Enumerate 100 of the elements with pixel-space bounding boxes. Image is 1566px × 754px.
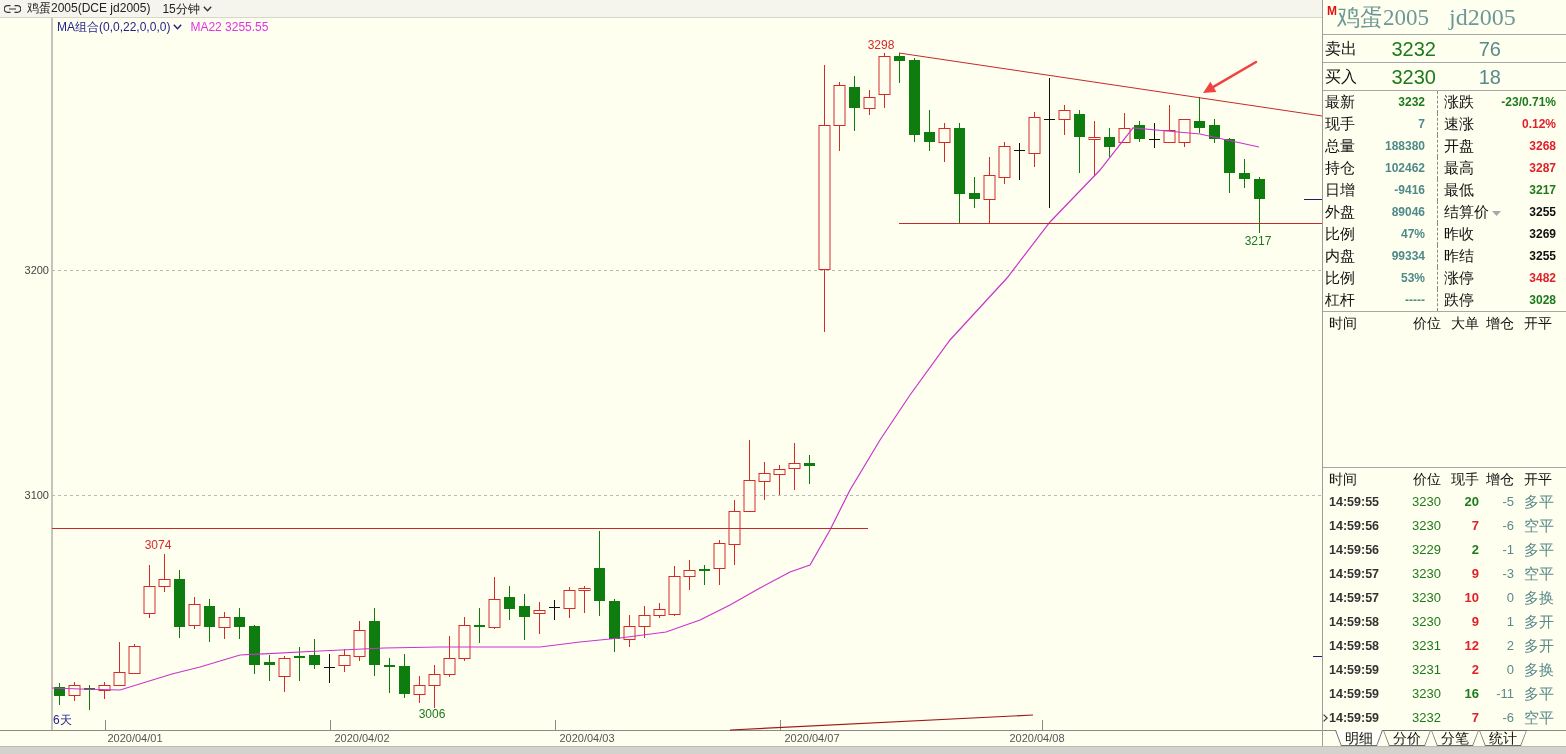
column-header: 开平 (1523, 470, 1553, 488)
date-label: 2020/04/07 (784, 732, 840, 744)
stat-label: 内盘 (1325, 247, 1355, 265)
tab[interactable]: 明细 (1335, 730, 1383, 746)
price-cell-text: 3229 (1411, 542, 1441, 558)
stat-value: 3255 (1529, 248, 1556, 264)
stat-value: 99334 (1391, 248, 1425, 264)
open-close-cell-text: 多开 (1523, 613, 1555, 631)
open-close-cell-text: 多换 (1523, 589, 1555, 607)
column-header: 时间 (1329, 470, 1358, 488)
stat-label: 现手 (1325, 115, 1355, 133)
stat-label: 最低 (1444, 181, 1474, 199)
open-interest-change-cell-text: -3 (1501, 566, 1514, 582)
chevron-down-icon (202, 5, 212, 12)
time-cell-text: 14:59:55 (1329, 494, 1381, 510)
price-marker (1303, 199, 1322, 200)
open-close-cell-text: 空平 (1523, 565, 1555, 583)
time-cell-text: 14:59:59 (1329, 710, 1381, 726)
stat-label: 持仓 (1325, 159, 1355, 177)
time-cell-text: 14:59:56 (1329, 542, 1381, 558)
open-close-cell-text: 空平 (1523, 709, 1555, 727)
range-label: 6天 (53, 713, 72, 727)
price-cell-text: 3230 (1411, 686, 1441, 702)
price-label: 3006 (418, 707, 446, 721)
stat-value: 188380 (1384, 138, 1425, 154)
stat-value: 53% (1400, 270, 1425, 286)
market-label: M (1327, 5, 1337, 17)
price-cell-text: 3230 (1411, 566, 1441, 582)
time-cell-text: 14:59:59 (1329, 686, 1381, 702)
column-header: 开平 (1523, 314, 1553, 332)
open-interest-change-cell-text: -5 (1501, 494, 1514, 510)
open-close-cell-text: 多开 (1523, 637, 1555, 655)
price-cell-text: 3230 (1411, 494, 1441, 510)
symbol-title: 鸡蛋2005(DCE jd2005) (27, 1, 151, 16)
open-close-cell-text: 多平 (1523, 493, 1555, 511)
indicator-dropdown[interactable]: MA组合(0,0,22,0,0,0) (57, 20, 183, 35)
price-cell-text: 3230 (1411, 518, 1441, 534)
stat-value: 102462 (1384, 160, 1425, 176)
moving-average-reading: MA22 3255.55 (190, 20, 269, 35)
open-interest-change-cell-text: 0 (1505, 590, 1514, 606)
open-close-cell-text: 空平 (1523, 517, 1555, 535)
link-icon (4, 4, 21, 13)
arrow (1203, 60, 1258, 93)
stat-label: 涨跌 (1444, 93, 1474, 111)
price-marker (1312, 656, 1322, 657)
horizontal-scrollbar[interactable] (0, 746, 1566, 754)
quote-volume: 76 (1477, 36, 1501, 61)
price-label: 3298 (867, 38, 895, 52)
stat-value: 0.12% (1521, 116, 1556, 132)
time-cell-text: 14:59:56 (1329, 518, 1381, 534)
y-axis-label: 3100 (24, 489, 49, 501)
column-header: 价位 (1412, 314, 1441, 332)
stat-label: 比例 (1325, 269, 1355, 287)
stat-label: 结算价 (1444, 203, 1489, 221)
date-label: 2020/04/08 (1009, 732, 1065, 744)
price-cell-text: 3232 (1411, 710, 1441, 726)
column-header: 时间 (1329, 314, 1358, 332)
volume-cell-text: 7 (1470, 518, 1479, 534)
tab[interactable]: 分价 (1383, 730, 1431, 746)
stat-label: 昨结 (1444, 247, 1474, 265)
time-cell-text: 14:59:59 (1329, 662, 1381, 678)
volume-cell-text: 10 (1463, 590, 1479, 606)
stat-value: 3217 (1529, 182, 1556, 198)
volume-cell-text: 12 (1463, 638, 1479, 654)
time-cell-text: 14:59:58 (1329, 614, 1381, 630)
stat-value: 3255 (1529, 204, 1556, 220)
volume-cell-text: 16 (1463, 686, 1479, 702)
dropdown-caret-icon[interactable] (1492, 211, 1501, 216)
stat-label: 杠杆 (1325, 291, 1355, 309)
tab[interactable]: 统计 (1479, 730, 1527, 746)
tab[interactable]: 分笔 (1431, 730, 1479, 746)
stat-label: 总量 (1325, 137, 1355, 155)
volume-cell-text: 2 (1470, 542, 1479, 558)
stat-value: 3482 (1529, 270, 1556, 286)
price-cell-text: 3231 (1411, 638, 1441, 654)
open-interest-change-cell-text: -11 (1495, 686, 1514, 702)
date-label: 2020/04/02 (334, 732, 390, 744)
price-label: 3074 (144, 538, 172, 552)
column-header: 增仓 (1485, 470, 1514, 488)
stat-label: 日增 (1325, 181, 1355, 199)
stat-value: 89046 (1391, 204, 1425, 220)
open-interest-change-cell-text: -1 (1501, 542, 1514, 558)
stat-value: 3268 (1529, 138, 1556, 154)
contract-name: 鸡蛋2005 (1337, 6, 1429, 29)
time-cell-text: 14:59:57 (1329, 566, 1381, 582)
stat-label: 涨停 (1444, 269, 1474, 287)
date-label: 2020/04/01 (107, 732, 163, 744)
stat-value: 3287 (1529, 160, 1556, 176)
price-cell-text: 3230 (1411, 590, 1441, 606)
period-dropdown[interactable]: 15分钟 (162, 1, 212, 16)
stat-value: 3232 (1398, 94, 1425, 110)
open-interest-change-cell-text: 0 (1505, 662, 1514, 678)
stat-value: 47% (1400, 226, 1425, 242)
column-header: 价位 (1412, 470, 1441, 488)
open-close-cell-text: 多平 (1523, 685, 1555, 703)
time-cell-text: 14:59:58 (1329, 638, 1381, 654)
stat-label: 最高 (1444, 159, 1474, 177)
stat-label: 跌停 (1444, 291, 1474, 309)
stat-label: 昨收 (1444, 225, 1474, 243)
column-header: 现手 (1450, 470, 1479, 488)
